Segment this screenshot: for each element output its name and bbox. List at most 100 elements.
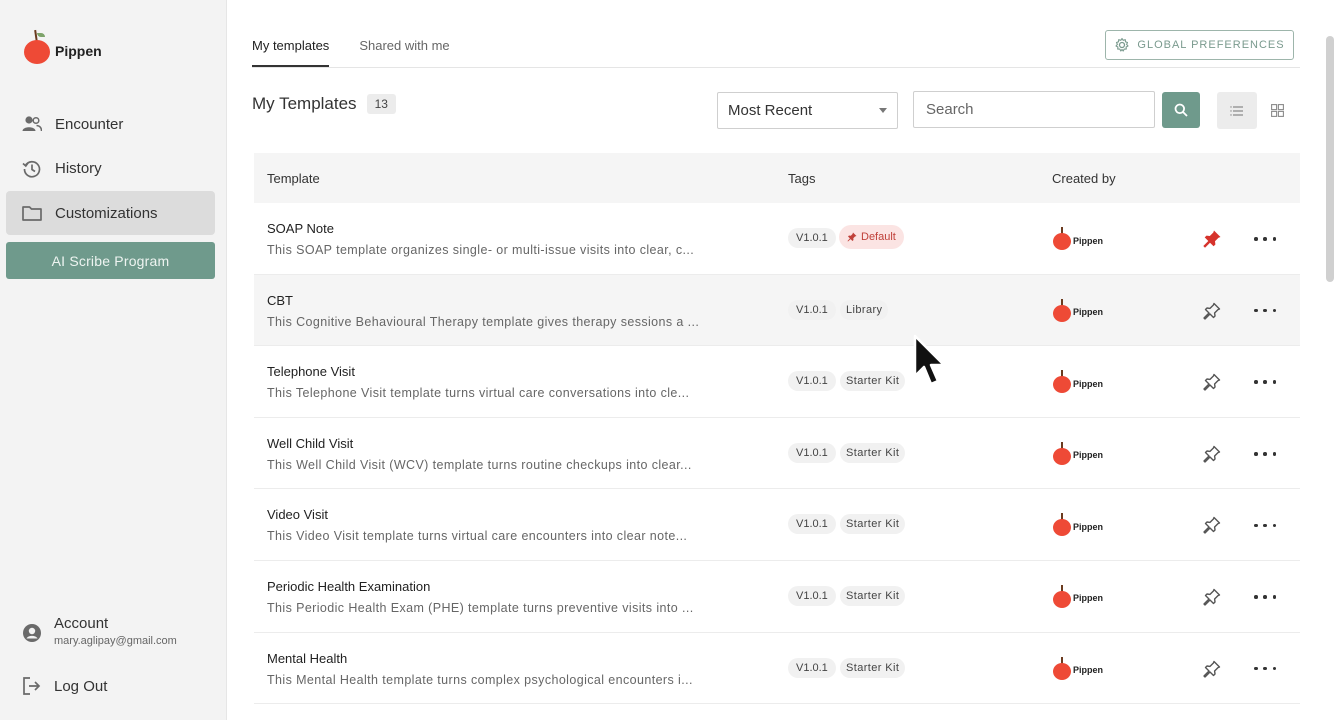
search-input[interactable] <box>913 91 1155 128</box>
view-toggle <box>1217 92 1297 129</box>
category-tag: Library <box>840 299 889 320</box>
version-tag: V1.0.1 <box>788 442 836 463</box>
more-options-button[interactable] <box>1254 515 1276 535</box>
tab-my-templates[interactable]: My templates <box>252 38 330 67</box>
pin-button[interactable] <box>1202 301 1222 321</box>
pin-outline-icon <box>1203 373 1221 391</box>
pin-button[interactable] <box>1202 229 1222 249</box>
template-count-badge: 13 <box>366 94 396 114</box>
template-title[interactable]: CBT <box>267 293 293 308</box>
page-heading: My Templates 13 <box>252 94 396 114</box>
scrollbar[interactable] <box>1326 36 1334 282</box>
ai-scribe-program-button[interactable]: AI Scribe Program <box>6 242 215 279</box>
category-tag: Starter Kit <box>840 514 906 535</box>
sidebar-item-encounter[interactable]: Encounter <box>6 102 215 146</box>
pin-button[interactable] <box>1202 372 1222 392</box>
sort-select[interactable]: Most Recent <box>717 92 898 129</box>
folder-icon <box>22 203 42 223</box>
dot <box>1263 452 1267 456</box>
logout-label: Log Out <box>54 677 108 695</box>
template-title[interactable]: Video Visit <box>267 507 328 522</box>
dot <box>1272 523 1276 528</box>
main-content: My templates Shared with me GLOBAL PREFE… <box>227 0 1334 720</box>
logout-link[interactable]: Log Out <box>22 676 107 696</box>
creator-name: Pippen <box>1073 307 1104 318</box>
global-preferences-button[interactable]: GLOBAL PREFERENCES <box>1105 30 1294 60</box>
search-button[interactable] <box>1162 92 1200 128</box>
dot <box>1263 523 1267 528</box>
table-row[interactable]: Periodic Health Examination This Periodi… <box>254 561 1300 633</box>
dot <box>1263 595 1267 599</box>
sidebar-item-customizations[interactable]: Customizations <box>6 191 215 235</box>
dot <box>1254 237 1258 241</box>
pippen-logo[interactable]: Pippen <box>22 29 102 64</box>
dot <box>1254 380 1258 384</box>
category-tag: Starter Kit <box>840 442 906 463</box>
more-options-button[interactable] <box>1254 372 1276 392</box>
dot <box>1272 237 1276 241</box>
pin-outline-icon <box>1203 302 1221 320</box>
template-description: This Periodic Health Exam (PHE) template… <box>267 600 694 615</box>
apple-logo-icon <box>1052 298 1072 322</box>
more-options-button[interactable] <box>1254 301 1276 321</box>
apple-logo-icon <box>22 29 52 64</box>
template-description: This Mental Health template turns comple… <box>267 672 693 687</box>
category-tag: Starter Kit <box>840 657 906 678</box>
template-title[interactable]: Telephone Visit <box>267 364 355 379</box>
pin-button[interactable] <box>1202 587 1222 607</box>
template-description: This Video Visit template turns virtual … <box>267 529 688 544</box>
version-tag: V1.0.1 <box>788 657 836 678</box>
template-title[interactable]: Periodic Health Examination <box>267 579 430 594</box>
creator: Pippen <box>1052 656 1103 680</box>
account-label: Account <box>54 615 109 632</box>
table-row[interactable]: Mental Health This Mental Health templat… <box>254 633 1300 705</box>
header-template: Template <box>267 170 320 186</box>
sidebar: Pippen Encounter History Customizations … <box>0 0 227 720</box>
grid-view-button[interactable] <box>1257 92 1297 129</box>
pin-filled-icon <box>1203 230 1221 248</box>
dot <box>1263 308 1267 313</box>
history-icon <box>22 159 42 179</box>
more-options-button[interactable] <box>1254 444 1276 464</box>
account-link[interactable]: Account mary.aglipay@gmail.com <box>22 615 177 647</box>
sidebar-item-history[interactable]: History <box>6 147 215 191</box>
template-description: This Well Child Visit (WCV) template tur… <box>267 457 692 472</box>
search-icon <box>1174 103 1188 117</box>
dot <box>1272 595 1276 599</box>
creator: Pippen <box>1052 227 1103 250</box>
pin-button[interactable] <box>1202 659 1222 679</box>
pin-button[interactable] <box>1202 515 1222 535</box>
dot <box>1272 666 1276 671</box>
template-description: This Telephone Visit template turns virt… <box>267 386 690 401</box>
pin-button[interactable] <box>1202 444 1222 464</box>
list-view-button[interactable] <box>1217 92 1257 129</box>
table-row[interactable]: Telephone Visit This Telephone Visit tem… <box>254 346 1300 418</box>
template-description: This Cognitive Behavioural Therapy templ… <box>267 314 700 329</box>
table-row[interactable]: SOAP Note This SOAP template organizes s… <box>254 203 1300 275</box>
gear-icon <box>1114 37 1130 53</box>
dot <box>1254 666 1258 671</box>
tab-shared-with-me[interactable]: Shared with me <box>359 38 449 67</box>
dot <box>1254 308 1258 313</box>
template-title[interactable]: SOAP Note <box>267 221 334 236</box>
table-row[interactable]: Well Child Visit This Well Child Visit (… <box>254 418 1300 490</box>
page-title: My Templates <box>252 94 357 113</box>
more-options-button[interactable] <box>1254 587 1276 607</box>
creator: Pippen <box>1052 441 1103 465</box>
more-options-button[interactable] <box>1254 229 1276 249</box>
creator: Pippen <box>1052 513 1103 537</box>
table-row[interactable]: Video Visit This Video Visit template tu… <box>254 489 1300 561</box>
pin-outline-icon <box>1203 660 1221 678</box>
pin-icon <box>847 232 857 242</box>
table-header: Template Tags Created by <box>254 153 1300 203</box>
more-options-button[interactable] <box>1254 659 1276 679</box>
template-title[interactable]: Well Child Visit <box>267 436 353 451</box>
tabs-divider <box>252 67 1300 68</box>
default-tag: Default <box>839 225 904 249</box>
creator-name: Pippen <box>1073 593 1104 604</box>
apple-logo-icon <box>1052 441 1072 465</box>
table-row[interactable]: CBT This Cognitive Behavioural Therapy t… <box>254 274 1300 347</box>
creator-name: Pippen <box>1073 378 1104 389</box>
header-tags: Tags <box>788 170 816 186</box>
template-title[interactable]: Mental Health <box>267 651 347 666</box>
